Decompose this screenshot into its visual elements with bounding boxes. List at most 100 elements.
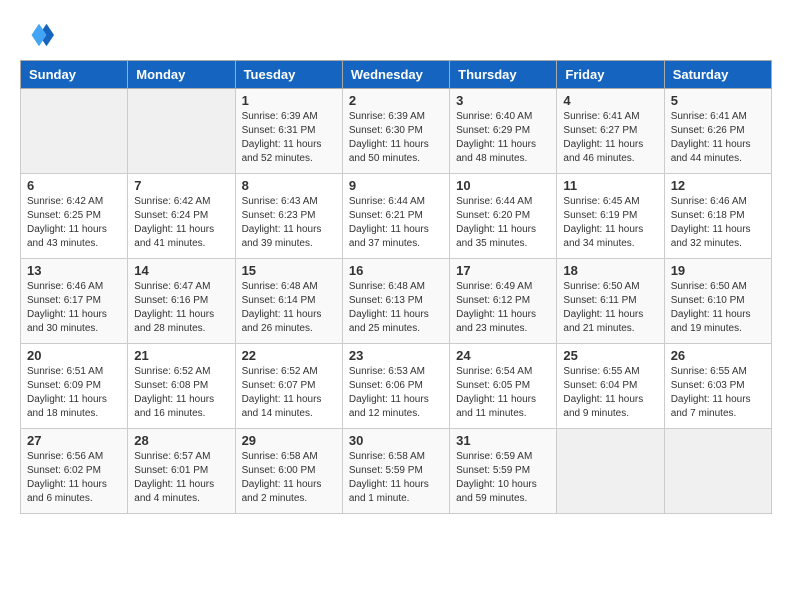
calendar-cell: 11Sunrise: 6:45 AMSunset: 6:19 PMDayligh… (557, 174, 664, 259)
day-info: Sunrise: 6:44 AMSunset: 6:20 PMDaylight:… (456, 195, 550, 251)
calendar-cell: 18Sunrise: 6:50 AMSunset: 6:11 PMDayligh… (557, 259, 664, 344)
day-number: 29 (242, 433, 336, 448)
day-info: Sunrise: 6:50 AMSunset: 6:11 PMDaylight:… (563, 280, 657, 336)
day-info: Sunrise: 6:41 AMSunset: 6:26 PMDaylight:… (671, 110, 765, 166)
calendar-cell: 25 Sunrise: 6:55 AMSunset: 6:04 PMDayligh… (557, 344, 664, 429)
calendar-week-5: 27 Sunrise: 6:56 AMSunset: 6:02 PMDayligh… (21, 429, 772, 514)
weekday-header-sunday: Sunday (21, 61, 128, 89)
calendar-cell: 20Sunrise: 6:51 AMSunset: 6:09 PMDayligh… (21, 344, 128, 429)
day-info: Sunrise: 6:56 AMSunset: 6:02 PMDaylight:… (27, 450, 121, 506)
calendar-cell: 5 Sunrise: 6:41 AMSunset: 6:26 PMDaylight… (664, 89, 771, 174)
day-number: 5 (671, 93, 765, 108)
day-number: 15 (242, 263, 336, 278)
calendar-table: SundayMondayTuesdayWednesdayThursdayFrid… (20, 60, 772, 514)
day-info: Sunrise: 6:42 AMSunset: 6:24 PMDaylight:… (134, 195, 228, 251)
calendar-cell: 27 Sunrise: 6:56 AMSunset: 6:02 PMDayligh… (21, 429, 128, 514)
day-info: Sunrise: 6:43 AMSunset: 6:23 PMDaylight:… (242, 195, 336, 251)
day-number: 20 (27, 348, 121, 363)
day-number: 3 (456, 93, 550, 108)
day-number: 19 (671, 263, 765, 278)
day-number: 4 (563, 93, 657, 108)
calendar-cell: 6 Sunrise: 6:42 AMSunset: 6:25 PMDaylight… (21, 174, 128, 259)
calendar-cell (21, 89, 128, 174)
day-number: 2 (349, 93, 443, 108)
day-number: 16 (349, 263, 443, 278)
calendar-cell: 29 Sunrise: 6:58 AMSunset: 6:00 PMDayligh… (235, 429, 342, 514)
day-info: Sunrise: 6:58 AMSunset: 5:59 PMDaylight:… (349, 450, 443, 506)
day-info: Sunrise: 6:48 AMSunset: 6:13 PMDaylight:… (349, 280, 443, 336)
calendar-cell: 19 Sunrise: 6:50 AMSunset: 6:10 PMDayligh… (664, 259, 771, 344)
calendar-cell: 2 Sunrise: 6:39 AMSunset: 6:30 PMDaylight… (342, 89, 449, 174)
calendar-cell (664, 429, 771, 514)
calendar-cell: 21Sunrise: 6:52 AMSunset: 6:08 PMDayligh… (128, 344, 235, 429)
day-number: 11 (563, 178, 657, 193)
day-number: 28 (134, 433, 228, 448)
weekday-header-tuesday: Tuesday (235, 61, 342, 89)
calendar-cell: 8 Sunrise: 6:43 AMSunset: 6:23 PMDaylight… (235, 174, 342, 259)
day-info: Sunrise: 6:47 AMSunset: 6:16 PMDaylight:… (134, 280, 228, 336)
calendar-cell: 7 Sunrise: 6:42 AMSunset: 6:24 PMDaylight… (128, 174, 235, 259)
calendar-cell: 23 Sunrise: 6:53 AMSunset: 6:06 PMDayligh… (342, 344, 449, 429)
day-info: Sunrise: 6:57 AMSunset: 6:01 PMDaylight:… (134, 450, 228, 506)
logo-icon (24, 20, 54, 50)
calendar-cell: 16 Sunrise: 6:48 AMSunset: 6:13 PMDayligh… (342, 259, 449, 344)
day-info: Sunrise: 6:55 AMSunset: 6:03 PMDaylight:… (671, 365, 765, 421)
day-info: Sunrise: 6:48 AMSunset: 6:14 PMDaylight:… (242, 280, 336, 336)
day-info: Sunrise: 6:39 AMSunset: 6:31 PMDaylight:… (242, 110, 336, 166)
day-number: 10 (456, 178, 550, 193)
calendar-cell: 14Sunrise: 6:47 AMSunset: 6:16 PMDayligh… (128, 259, 235, 344)
calendar-cell: 3 Sunrise: 6:40 AMSunset: 6:29 PMDaylight… (450, 89, 557, 174)
day-info: Sunrise: 6:50 AMSunset: 6:10 PMDaylight:… (671, 280, 765, 336)
calendar-cell: 9Sunrise: 6:44 AMSunset: 6:21 PMDaylight… (342, 174, 449, 259)
day-number: 24 (456, 348, 550, 363)
calendar-week-1: 1 Sunrise: 6:39 AMSunset: 6:31 PMDaylight… (21, 89, 772, 174)
calendar-cell: 30Sunrise: 6:58 AMSunset: 5:59 PMDayligh… (342, 429, 449, 514)
calendar-body: 1 Sunrise: 6:39 AMSunset: 6:31 PMDaylight… (21, 89, 772, 514)
day-info: Sunrise: 6:52 AMSunset: 6:07 PMDaylight:… (242, 365, 336, 421)
calendar-cell (128, 89, 235, 174)
day-info: Sunrise: 6:49 AMSunset: 6:12 PMDaylight:… (456, 280, 550, 336)
calendar-header: SundayMondayTuesdayWednesdayThursdayFrid… (21, 61, 772, 89)
weekday-header-friday: Friday (557, 61, 664, 89)
day-number: 25 (563, 348, 657, 363)
day-info: Sunrise: 6:42 AMSunset: 6:25 PMDaylight:… (27, 195, 121, 251)
day-number: 26 (671, 348, 765, 363)
day-info: Sunrise: 6:46 AMSunset: 6:17 PMDaylight:… (27, 280, 121, 336)
day-info: Sunrise: 6:55 AMSunset: 6:04 PMDaylight:… (563, 365, 657, 421)
calendar-cell: 26 Sunrise: 6:55 AMSunset: 6:03 PMDayligh… (664, 344, 771, 429)
day-info: Sunrise: 6:53 AMSunset: 6:06 PMDaylight:… (349, 365, 443, 421)
day-number: 31 (456, 433, 550, 448)
day-number: 7 (134, 178, 228, 193)
day-number: 13 (27, 263, 121, 278)
calendar-cell: 31 Sunrise: 6:59 AMSunset: 5:59 PMDayligh… (450, 429, 557, 514)
weekday-header-row: SundayMondayTuesdayWednesdayThursdayFrid… (21, 61, 772, 89)
day-info: Sunrise: 6:52 AMSunset: 6:08 PMDaylight:… (134, 365, 228, 421)
page-header (20, 20, 772, 50)
calendar-cell: 22 Sunrise: 6:52 AMSunset: 6:07 PMDayligh… (235, 344, 342, 429)
calendar-cell: 12 Sunrise: 6:46 AMSunset: 6:18 PMDayligh… (664, 174, 771, 259)
day-number: 17 (456, 263, 550, 278)
calendar-week-2: 6 Sunrise: 6:42 AMSunset: 6:25 PMDaylight… (21, 174, 772, 259)
day-number: 12 (671, 178, 765, 193)
weekday-header-wednesday: Wednesday (342, 61, 449, 89)
calendar-cell: 1 Sunrise: 6:39 AMSunset: 6:31 PMDaylight… (235, 89, 342, 174)
day-number: 6 (27, 178, 121, 193)
calendar-week-4: 20Sunrise: 6:51 AMSunset: 6:09 PMDayligh… (21, 344, 772, 429)
day-info: Sunrise: 6:39 AMSunset: 6:30 PMDaylight:… (349, 110, 443, 166)
day-number: 1 (242, 93, 336, 108)
day-info: Sunrise: 6:58 AMSunset: 6:00 PMDaylight:… (242, 450, 336, 506)
day-number: 22 (242, 348, 336, 363)
day-info: Sunrise: 6:54 AMSunset: 6:05 PMDaylight:… (456, 365, 550, 421)
calendar-cell: 17 Sunrise: 6:49 AMSunset: 6:12 PMDayligh… (450, 259, 557, 344)
day-info: Sunrise: 6:40 AMSunset: 6:29 PMDaylight:… (456, 110, 550, 166)
day-number: 27 (27, 433, 121, 448)
day-number: 23 (349, 348, 443, 363)
day-info: Sunrise: 6:59 AMSunset: 5:59 PMDaylight:… (456, 450, 550, 506)
calendar-cell (557, 429, 664, 514)
day-info: Sunrise: 6:44 AMSunset: 6:21 PMDaylight:… (349, 195, 443, 251)
calendar-cell: 13 Sunrise: 6:46 AMSunset: 6:17 PMDayligh… (21, 259, 128, 344)
day-info: Sunrise: 6:46 AMSunset: 6:18 PMDaylight:… (671, 195, 765, 251)
weekday-header-thursday: Thursday (450, 61, 557, 89)
day-number: 8 (242, 178, 336, 193)
calendar-cell: 4Sunrise: 6:41 AMSunset: 6:27 PMDaylight… (557, 89, 664, 174)
